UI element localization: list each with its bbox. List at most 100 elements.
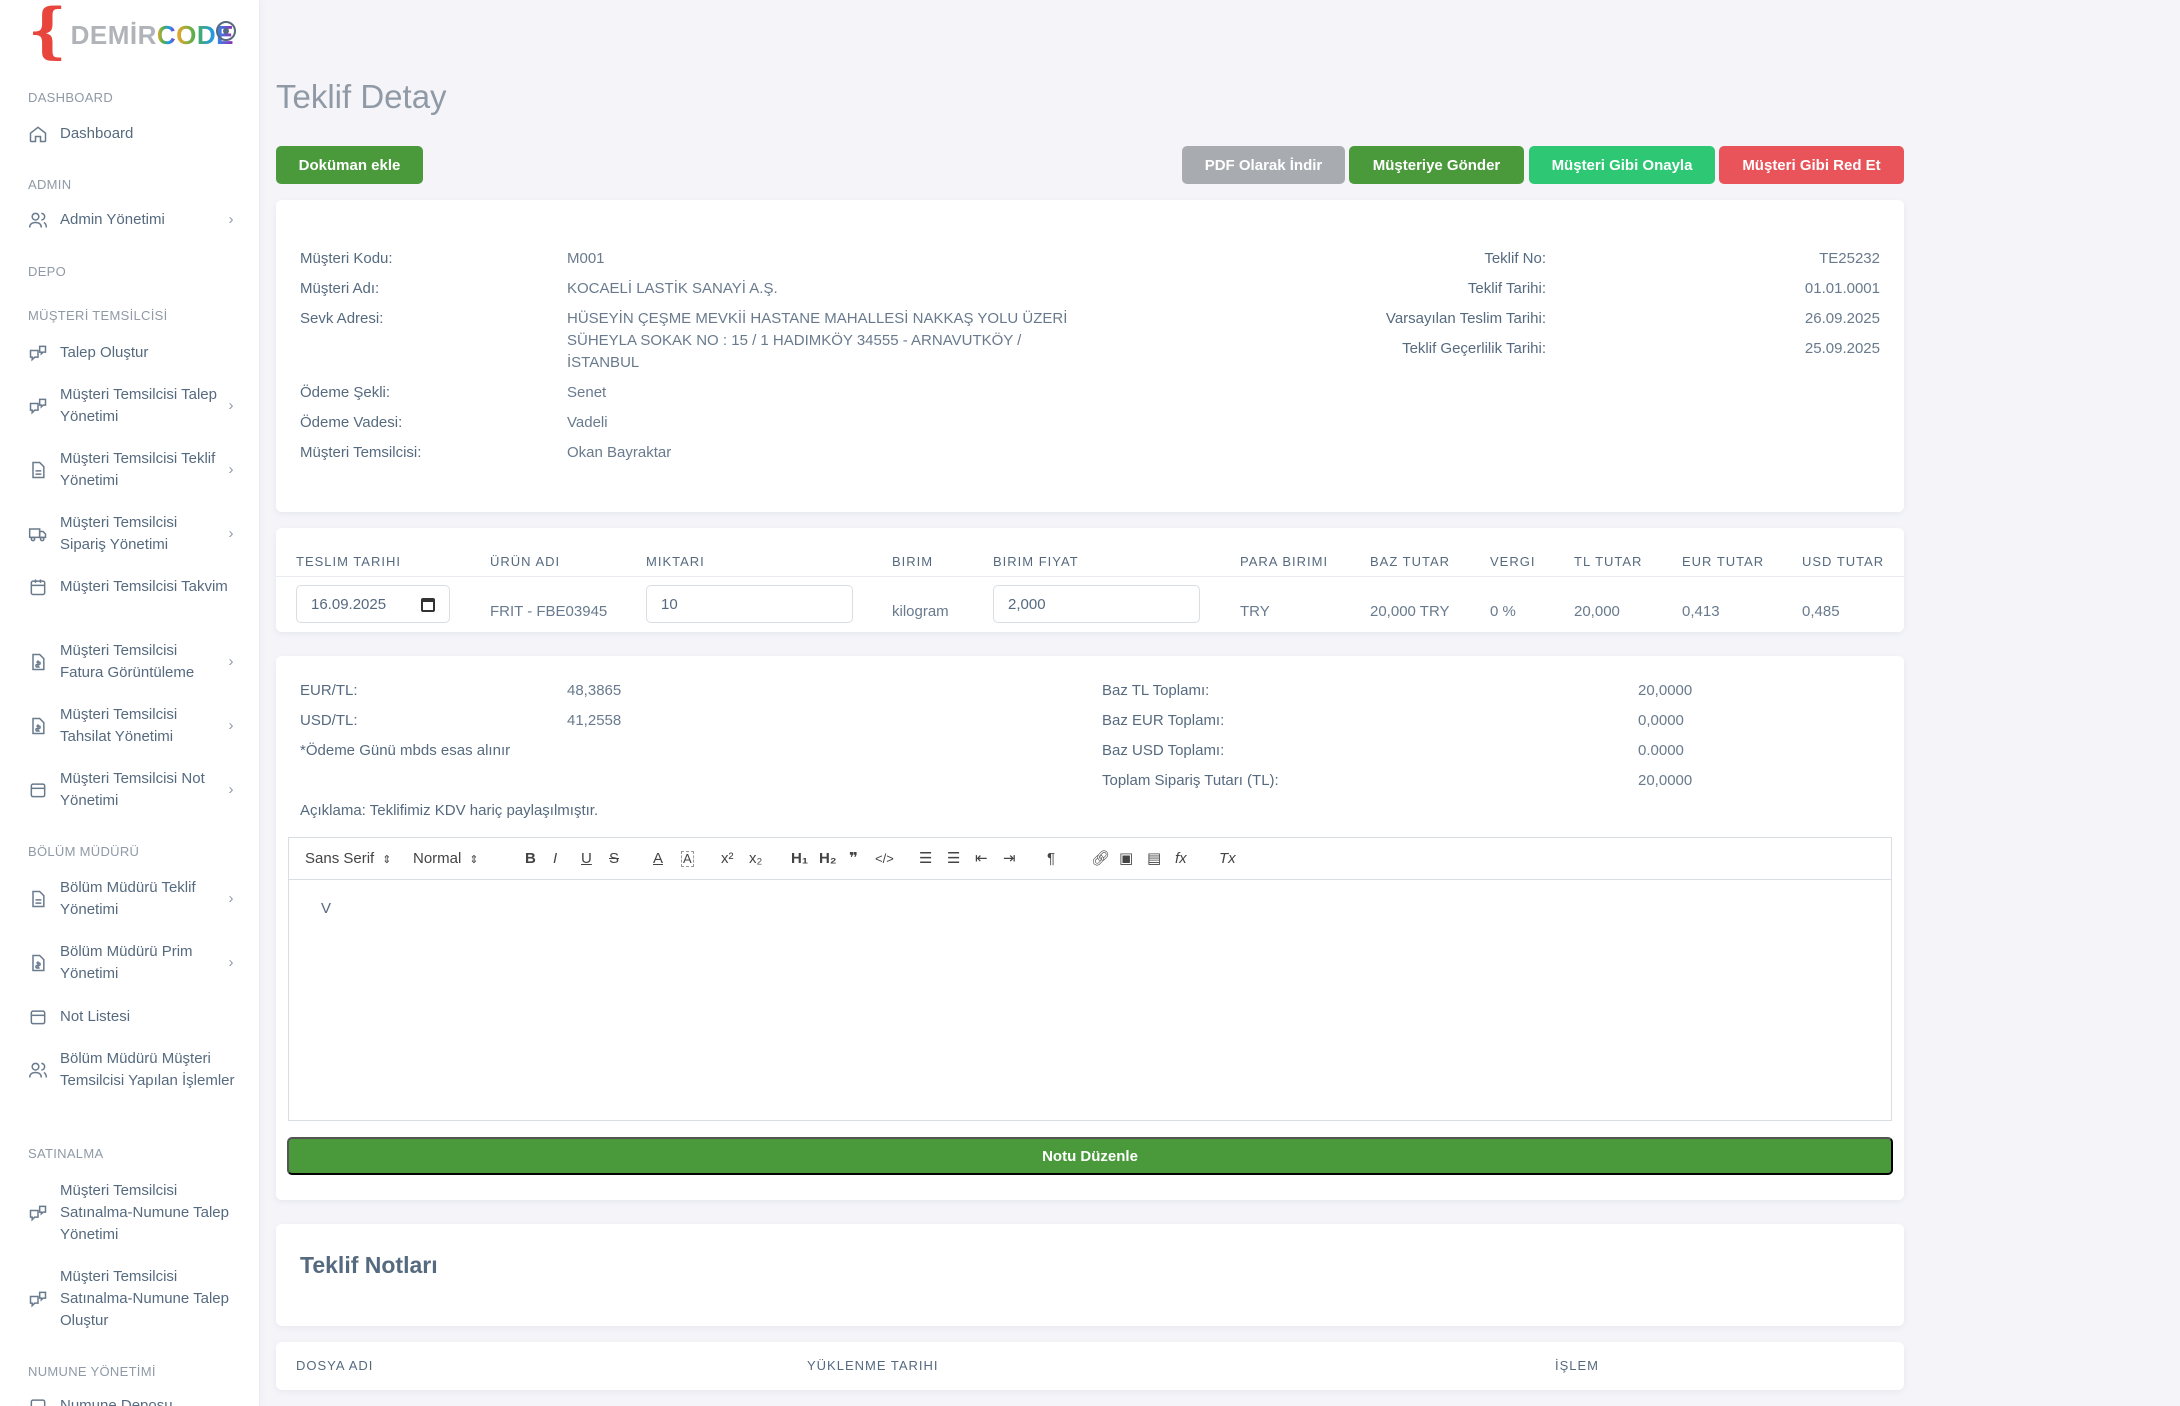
sidebar-item-bm-islemler[interactable]: Bölüm Müdürü Müşteri Temsilcisi Yapılan …	[28, 1048, 238, 1092]
order-total-label: Toplam Sipariş Tutarı (TL):	[1102, 772, 1279, 789]
menu-header-bolum-muduru: BÖLÜM MÜDÜRÜ	[28, 844, 140, 859]
sidebar-item-not-yonetimi[interactable]: Müşteri Temsilcisi Not Yönetimi ›	[28, 768, 238, 812]
offer-no-label: Teklif No:	[1484, 250, 1546, 267]
brand-logo[interactable]: { DEMİRCODE	[28, 1, 234, 64]
blockquote-icon[interactable]: ❞	[849, 849, 858, 869]
strike-icon[interactable]: S	[609, 849, 619, 869]
product-cell: FRIT - FBE03945	[490, 603, 608, 620]
col-header-delivery-date: TESLIM TARIHI	[296, 554, 401, 569]
usd-tl-value: 41,2558	[567, 712, 622, 729]
code-block-icon[interactable]: </>	[875, 849, 894, 869]
order-total-value: 20,0000	[1638, 772, 1693, 789]
font-family-select[interactable]: Sans Serif	[305, 849, 391, 869]
sidebar-item-teklif-yonetimi[interactable]: Müşteri Temsilcisi Teklif Yönetimi ›	[28, 448, 238, 492]
shipping-address-line-3: İSTANBUL	[567, 354, 640, 371]
col-header-quantity: MIKTARI	[646, 554, 705, 569]
outdent-icon[interactable]: ⇤	[975, 849, 988, 869]
sidebar-item-satinalma-olustur[interactable]: Müşteri Temsilcisi Satınalma-Numune Tale…	[28, 1266, 238, 1332]
sidebar-toggle-icon[interactable]	[216, 21, 236, 41]
text-direction-icon[interactable]: ¶	[1047, 849, 1055, 869]
image-icon[interactable]: ▣	[1119, 849, 1133, 869]
offer-validity-label: Teklif Geçerlilik Tarihi:	[1402, 340, 1546, 357]
sidebar-item-numune-deposu[interactable]: Numune Deposu	[28, 1395, 238, 1406]
messages-icon	[28, 1289, 48, 1309]
sidebar-item-dashboard[interactable]: Dashboard	[28, 123, 238, 145]
payment-type-value: Senet	[567, 384, 607, 401]
users-icon	[28, 210, 48, 230]
messages-icon	[28, 396, 48, 416]
unit-cell: kilogram	[892, 603, 949, 620]
sidebar-item-siparis-yonetimi[interactable]: Müşteri Temsilcisi Sipariş Yönetimi ›	[28, 512, 238, 556]
sidebar-item-tahsilat[interactable]: Müşteri Temsilcisi Tahsilat Yönetimi ›	[28, 704, 238, 748]
col-header-base-amount: BAZ TUTAR	[1370, 554, 1451, 569]
chevron-right-icon: ›	[228, 781, 234, 798]
col-header-file-name: DOSYA ADI	[296, 1358, 374, 1373]
eur-tl-value: 48,3865	[567, 682, 622, 699]
file-icon	[28, 889, 48, 909]
payment-term-value: Vadeli	[567, 414, 608, 431]
invoice-icon	[28, 953, 48, 973]
sidebar-item-talep-yonetimi[interactable]: Müşteri Temsilcisi Talep Yönetimi ›	[28, 384, 238, 428]
note-icon	[28, 780, 48, 800]
menu-header-numune: NUMUNE YÖNETİMİ	[28, 1364, 156, 1379]
indent-icon[interactable]: ⇥	[1003, 849, 1016, 869]
font-size-select[interactable]: Normal	[413, 849, 479, 869]
sidebar-item-not-listesi[interactable]: Not Listesi	[28, 1006, 238, 1028]
editor-content[interactable]: V	[321, 900, 331, 917]
chevron-right-icon: ›	[228, 717, 234, 734]
base-tl-total-label: Baz TL Toplamı:	[1102, 682, 1210, 699]
sidebar-item-takvim[interactable]: Müşteri Temsilcisi Takvim	[28, 576, 238, 598]
col-header-unit: BIRIM	[892, 554, 934, 569]
sidebar-item-bm-teklif[interactable]: Bölüm Müdürü Teklif Yönetimi ›	[28, 877, 238, 921]
heading-2-icon[interactable]: H₂	[819, 849, 837, 869]
ordered-list-icon[interactable]: ☰	[919, 849, 932, 869]
reject-as-customer-button[interactable]: Müşteri Gibi Red Et	[1719, 146, 1904, 184]
base-usd-total-value: 0.0000	[1638, 742, 1684, 759]
calendar-picker-icon[interactable]	[421, 598, 435, 612]
italic-icon[interactable]: I	[553, 849, 557, 869]
sidebar-item-fatura[interactable]: Müşteri Temsilcisi Fatura Görüntüleme ›	[28, 640, 238, 684]
bold-icon[interactable]: B	[525, 849, 536, 869]
base-eur-total-value: 0,0000	[1638, 712, 1684, 729]
payment-term-label: Ödeme Vadesi:	[300, 414, 403, 431]
video-icon[interactable]: ▤	[1147, 849, 1161, 869]
heading-1-icon[interactable]: H₁	[791, 849, 808, 869]
eur-tl-label: EUR/TL:	[300, 682, 358, 699]
sidebar-item-admin[interactable]: Admin Yönetimi ›	[28, 209, 238, 231]
page-title: Teklif Detay	[276, 78, 447, 115]
superscript-icon[interactable]: x²	[721, 849, 734, 869]
col-header-usd-amount: USD TUTAR	[1802, 554, 1885, 569]
send-to-customer-button[interactable]: Müşteriye Gönder	[1349, 146, 1524, 184]
add-document-button[interactable]: Doküman ekle	[276, 146, 423, 184]
bullet-list-icon[interactable]: ☰	[947, 849, 960, 869]
approve-as-customer-button[interactable]: Müşteri Gibi Onayla	[1529, 146, 1715, 184]
offer-validity-value: 25.09.2025	[1804, 340, 1880, 357]
formula-icon[interactable]: fx	[1175, 849, 1187, 869]
download-pdf-button[interactable]: PDF Olarak İndir	[1182, 146, 1345, 184]
menu-header-depo: DEPO	[28, 264, 67, 279]
offer-no-value: TE25232	[1819, 250, 1880, 267]
edit-note-button[interactable]: Notu Düzenle	[287, 1137, 1893, 1175]
note-editor[interactable]: Sans Serif Normal B I U S A A x² x₂ H₁ H…	[288, 837, 1892, 1121]
quantity-input[interactable]: 10	[646, 585, 853, 623]
link-icon[interactable]: 🔗︎	[1091, 849, 1110, 869]
text-color-icon[interactable]: A	[653, 849, 663, 869]
invoice-icon	[28, 716, 48, 736]
totals-card: EUR/TL: 48,3865 USD/TL: 41,2558 *Ödeme G…	[276, 656, 1904, 1200]
subscript-icon[interactable]: x₂	[749, 849, 762, 869]
underline-icon[interactable]: U	[581, 849, 592, 869]
unit-price-input[interactable]: 2,000	[993, 585, 1200, 623]
sidebar-item-talep-olustur[interactable]: Talep Oluştur	[28, 342, 238, 364]
chevron-right-icon: ›	[228, 461, 234, 478]
clear-format-icon[interactable]: Tx	[1219, 849, 1236, 869]
sidebar-item-bm-prim[interactable]: Bölüm Müdürü Prim Yönetimi ›	[28, 941, 238, 985]
delivery-date-input[interactable]: 16.09.2025	[296, 585, 450, 623]
items-table: TESLIM TARIHI ÜRÜN ADI MIKTARI BIRIM BIR…	[276, 528, 1904, 632]
editor-toolbar: Sans Serif Normal B I U S A A x² x₂ H₁ H…	[289, 838, 1891, 880]
customer-name-label: Müşteri Adı:	[300, 280, 380, 297]
background-color-icon[interactable]: A	[681, 851, 694, 867]
sidebar-item-satinalma-yonetimi[interactable]: Müşteri Temsilcisi Satınalma-Numune Tale…	[28, 1180, 238, 1246]
offer-date-label: Teklif Tarihi:	[1467, 280, 1546, 297]
usd-amount-cell: 0,485	[1802, 603, 1840, 620]
messages-icon	[28, 343, 48, 363]
